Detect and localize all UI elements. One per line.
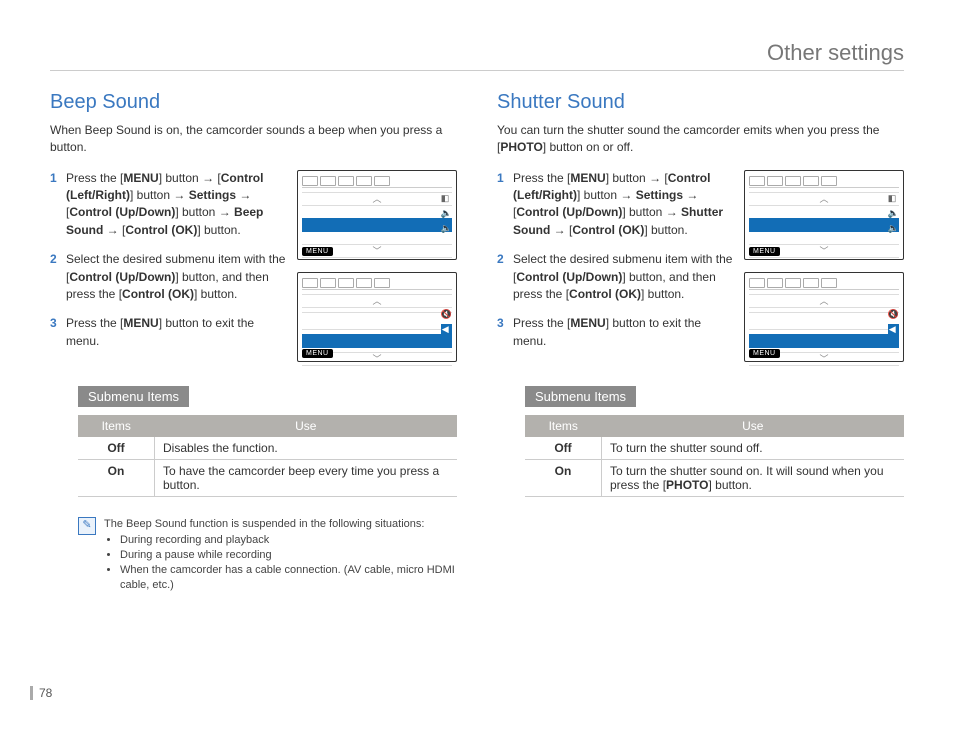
section-shutter-sound: Shutter Sound You can turn the shutter s… [497,91,904,593]
manual-page: Other settings Beep Sound When Beep Soun… [0,0,954,730]
note-block: ✎ The Beep Sound function is suspended i… [78,517,457,593]
submenu-table: ItemsUse OffDisables the function. OnTo … [78,415,457,497]
note-item: When the camcorder has a cable connectio… [120,563,457,593]
step-number: 3 [50,315,66,350]
section-intro: You can turn the shutter sound the camco… [497,122,904,156]
step-1: 1 Press the [MENU] button → [Control (Le… [50,170,289,240]
table-header-use: Use [602,415,905,437]
step-number: 2 [50,251,66,303]
submenu-heading: Submenu Items [78,386,189,407]
step-2: 2 Select the desired submenu item with t… [497,251,736,303]
section-beep-sound: Beep Sound When Beep Sound is on, the ca… [50,91,457,593]
menu-label: MENU [749,247,780,256]
menu-label: MENU [302,349,333,358]
table-header-use: Use [155,415,458,437]
step-number: 1 [497,170,513,240]
section-title: Beep Sound [50,91,457,114]
page-number: 78 [30,686,52,700]
table-header-items: Items [525,415,602,437]
page-header-title: Other settings [50,40,904,71]
step-number: 3 [497,315,513,350]
menu-label: MENU [302,247,333,256]
note-item: During a pause while recording [120,548,457,563]
step-2: 2 Select the desired submenu item with t… [50,251,289,303]
table-row: OffDisables the function. [78,437,457,460]
table-row: OffTo turn the shutter sound off. [525,437,904,460]
step-number: 1 [50,170,66,240]
section-intro: When Beep Sound is on, the camcorder sou… [50,122,457,156]
section-title: Shutter Sound [497,91,904,114]
step-3: 3 Press the [MENU] button to exit the me… [50,315,289,350]
table-header-items: Items [78,415,155,437]
table-row: OnTo turn the shutter sound on. It will … [525,459,904,496]
note-icon: ✎ [78,517,96,535]
step-number: 2 [497,251,513,303]
screen-figure-1: ︿ ﹀ ◧🔈🔈 MENU [297,170,457,260]
step-1: 1 Press the [MENU] button → [Control (Le… [497,170,736,240]
screen-figure-1: ︿ ﹀ ◧🔈🔈 MENU [744,170,904,260]
screen-figure-2: ︿ ﹀ 🔇◀ MENU [297,272,457,362]
step-3: 3 Press the [MENU] button to exit the me… [497,315,736,350]
submenu-table: ItemsUse OffTo turn the shutter sound of… [525,415,904,497]
submenu-heading: Submenu Items [525,386,636,407]
figure-stack: ︿ ﹀ ◧🔈🔈 MENU ︿ ﹀ 🔇◀ MENU [744,170,904,374]
screen-figure-2: ︿ ﹀ 🔇◀ MENU [744,272,904,362]
menu-label: MENU [749,349,780,358]
figure-stack: ︿ ﹀ ◧🔈🔈 MENU ︿ ﹀ 🔇◀ MENU [297,170,457,374]
table-row: OnTo have the camcorder beep every time … [78,459,457,496]
note-item: During recording and playback [120,533,457,548]
note-lead: The Beep Sound function is suspended in … [104,517,457,532]
